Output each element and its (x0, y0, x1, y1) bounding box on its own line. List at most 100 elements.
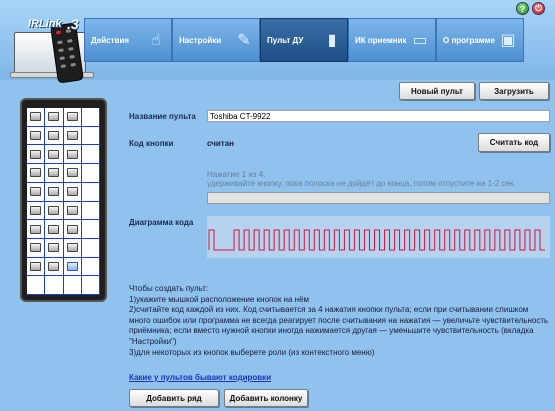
remote-key[interactable] (48, 149, 60, 159)
window-controls: ? ⏻ (516, 2, 545, 15)
grid-cell[interactable] (45, 126, 64, 146)
tab-label: Настройки (179, 35, 222, 45)
grid-cell[interactable] (27, 164, 46, 183)
remote-name-input[interactable] (207, 110, 550, 122)
remote-key[interactable] (48, 131, 60, 141)
grid-cell[interactable] (81, 145, 100, 165)
tab-actions[interactable]: Действия ☝ (84, 18, 172, 62)
remote-layout-grid[interactable] (20, 98, 107, 302)
remote-key[interactable] (48, 205, 60, 215)
grid-cell[interactable] (27, 276, 46, 295)
grid-cell[interactable] (27, 220, 46, 239)
remote-key[interactable] (30, 187, 42, 197)
grid-cell[interactable] (81, 108, 100, 127)
grid-cell[interactable] (27, 126, 46, 146)
grid-cell[interactable] (45, 164, 64, 183)
instruction-line: 2)считайте код каждой из них. Код считыв… (129, 305, 549, 346)
grid-cell[interactable] (63, 145, 82, 165)
remote-key[interactable] (66, 168, 78, 178)
tab-ir-receiver[interactable]: ИК приемник ▭ (348, 18, 436, 62)
grid-cell[interactable] (81, 238, 100, 258)
tab-settings[interactable]: Настройки ✎ (172, 18, 260, 62)
usb-receiver-icon: ▭ (412, 32, 428, 49)
grid-cell[interactable] (45, 145, 64, 165)
grid-cell[interactable] (27, 145, 46, 165)
instructions: Чтобы создать пульт: 1)укажите мышкой ра… (129, 284, 549, 358)
grid-cell[interactable] (27, 238, 46, 258)
remote-key[interactable] (30, 168, 42, 178)
tools-icon: ✎ (237, 32, 251, 49)
grid-cell[interactable] (81, 164, 100, 183)
tab-remote[interactable]: Пульт ДУ ▮ (260, 18, 348, 62)
remote-key[interactable] (66, 261, 78, 271)
tab-label: ИК приемник (355, 35, 407, 45)
grid-canvas[interactable] (27, 108, 100, 295)
remote-key[interactable] (66, 243, 78, 253)
remote-key[interactable] (66, 131, 78, 141)
remote-key[interactable] (30, 261, 42, 271)
remote-key[interactable] (48, 243, 60, 253)
power-icon[interactable]: ⏻ (532, 2, 545, 15)
grid-cell[interactable] (27, 108, 46, 127)
remote-key[interactable] (48, 261, 60, 271)
grid-cell[interactable] (63, 220, 82, 239)
remote-key[interactable] (30, 243, 42, 253)
tab-label: Действия (91, 35, 130, 45)
grid-cell[interactable] (45, 220, 64, 239)
remote-icon: ▮ (327, 32, 337, 49)
remote-key[interactable] (48, 187, 60, 197)
instruction-line: Чтобы создать пульт: (129, 284, 209, 293)
read-code-button[interactable]: Считать код (478, 133, 550, 152)
load-button[interactable]: Загрузить (479, 82, 549, 100)
grid-cell[interactable] (63, 257, 82, 277)
grid-cell[interactable] (63, 164, 82, 183)
remote-key[interactable] (66, 112, 78, 122)
grid-cell[interactable] (81, 257, 100, 277)
help-icon[interactable]: ? (516, 2, 529, 15)
remote-key[interactable] (48, 168, 60, 178)
remote-key[interactable] (30, 224, 42, 234)
remote-key[interactable] (30, 131, 42, 141)
grid-cell[interactable] (63, 126, 82, 146)
grid-cell[interactable] (45, 276, 64, 295)
logo-version: .3 (67, 16, 79, 32)
grid-cell[interactable] (45, 257, 64, 277)
grid-cell[interactable] (45, 108, 64, 127)
remote-key[interactable] (30, 112, 42, 122)
signal-waveform (208, 229, 545, 251)
main-tabs: Действия ☝ Настройки ✎ Пульт ДУ ▮ ИК при… (84, 18, 524, 62)
grid-cell[interactable] (63, 238, 82, 258)
remote-key[interactable] (66, 205, 78, 215)
remote-key[interactable] (66, 224, 78, 234)
grid-cell[interactable] (45, 238, 64, 258)
add-row-button[interactable]: Добавить ряд (129, 389, 219, 407)
grid-cell[interactable] (81, 220, 100, 239)
grid-cell[interactable] (81, 276, 100, 295)
grid-cell[interactable] (63, 276, 82, 295)
tab-about[interactable]: О программе ▣ (436, 18, 524, 62)
remote-key[interactable] (48, 112, 60, 122)
grid-cell[interactable] (81, 201, 100, 221)
remote-name-label: Название пульта (129, 112, 196, 121)
code-diagram (207, 216, 550, 258)
encodings-help-link[interactable]: Какие у пультов бывают кодировки (129, 373, 271, 382)
new-remote-button[interactable]: Новый пульт (399, 82, 475, 100)
instruction-line: 3)для некоторых из кнопок выберете роли … (129, 347, 375, 357)
grid-cell[interactable] (63, 201, 82, 221)
grid-cell[interactable] (27, 201, 46, 221)
hand-icon: ☝ (151, 32, 161, 49)
grid-cell[interactable] (45, 182, 64, 202)
remote-key[interactable] (66, 149, 78, 159)
grid-cell[interactable] (63, 182, 82, 202)
remote-key[interactable] (30, 205, 42, 215)
remote-key[interactable] (66, 187, 78, 197)
add-column-button[interactable]: Добавить колонку (224, 389, 308, 407)
grid-cell[interactable] (81, 182, 100, 202)
remote-key[interactable] (48, 224, 60, 234)
grid-cell[interactable] (81, 126, 100, 146)
grid-cell[interactable] (27, 182, 46, 202)
remote-key[interactable] (30, 149, 42, 159)
grid-cell[interactable] (27, 257, 46, 277)
grid-cell[interactable] (63, 108, 82, 127)
grid-cell[interactable] (45, 201, 64, 221)
